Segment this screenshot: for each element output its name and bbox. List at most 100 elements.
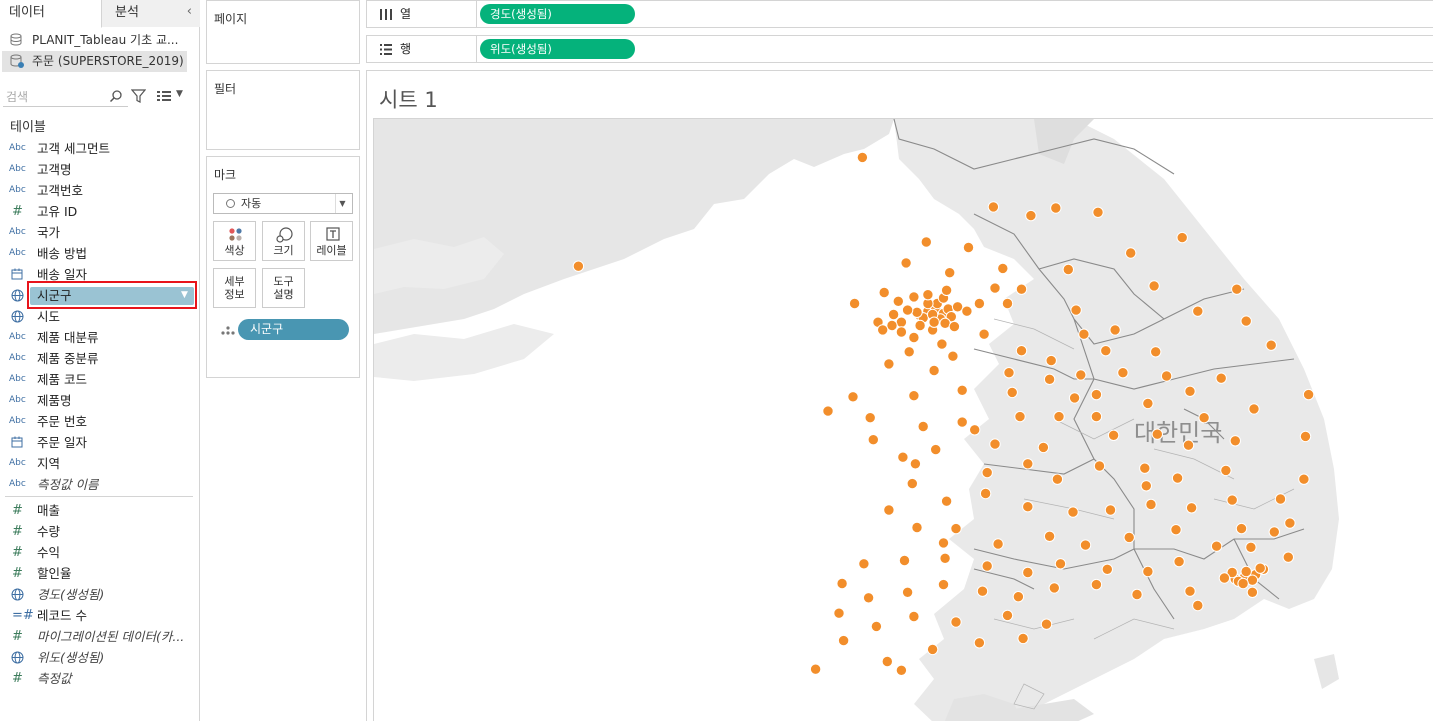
- map-point[interactable]: [1015, 283, 1028, 295]
- map-point[interactable]: [1182, 439, 1195, 451]
- map-point[interactable]: [909, 458, 922, 470]
- map-point[interactable]: [937, 578, 950, 591]
- map-point[interactable]: [1014, 410, 1026, 423]
- field-item[interactable]: Abc 고객 세그먼트: [0, 138, 200, 159]
- map-point[interactable]: [903, 346, 915, 358]
- map-point[interactable]: [1092, 206, 1104, 219]
- map-point[interactable]: [867, 434, 879, 446]
- map-point[interactable]: [883, 504, 895, 516]
- map-view[interactable]: 대한민국: [373, 118, 1433, 721]
- map-point[interactable]: [1001, 297, 1014, 310]
- map-point[interactable]: [939, 552, 951, 564]
- map-canvas[interactable]: 대한민국: [374, 119, 1433, 721]
- color-button[interactable]: 색상: [213, 221, 256, 261]
- label-button[interactable]: 레이블: [310, 221, 353, 261]
- map-point[interactable]: [1117, 367, 1129, 379]
- map-point[interactable]: [1246, 586, 1259, 598]
- map-point[interactable]: [981, 560, 993, 572]
- map-point[interactable]: [1131, 588, 1143, 601]
- map-point[interactable]: [979, 487, 992, 500]
- field-item[interactable]: Abc 주문 번호: [0, 411, 200, 432]
- map-point[interactable]: [1101, 563, 1113, 575]
- map-point[interactable]: [947, 350, 959, 362]
- map-point[interactable]: [1109, 324, 1121, 336]
- map-point[interactable]: [1037, 441, 1050, 454]
- map-point[interactable]: [961, 305, 973, 317]
- map-point[interactable]: [1284, 517, 1296, 529]
- field-item[interactable]: Abc 측정값 이름: [0, 474, 200, 495]
- map-point[interactable]: [1254, 562, 1266, 574]
- map-point[interactable]: [836, 577, 848, 590]
- map-point[interactable]: [917, 420, 929, 433]
- map-point[interactable]: [1001, 609, 1014, 622]
- field-item[interactable]: # 매출: [0, 500, 200, 521]
- map-point[interactable]: [926, 643, 939, 656]
- map-point[interactable]: [870, 620, 883, 633]
- map-point[interactable]: [1245, 541, 1257, 553]
- map-point[interactable]: [1090, 388, 1103, 401]
- map-point[interactable]: [901, 304, 914, 316]
- map-point[interactable]: [1185, 502, 1198, 514]
- map-point[interactable]: [1054, 558, 1067, 570]
- map-point[interactable]: [908, 610, 920, 623]
- map-point[interactable]: [1302, 388, 1315, 401]
- map-point[interactable]: [1051, 473, 1064, 485]
- map-point[interactable]: [809, 663, 822, 675]
- map-point[interactable]: [1171, 472, 1184, 484]
- map-point[interactable]: [878, 286, 890, 299]
- field-item[interactable]: # 할인율: [0, 563, 200, 584]
- map-point[interactable]: [900, 257, 912, 269]
- map-point[interactable]: [1173, 555, 1185, 568]
- map-point[interactable]: [911, 306, 923, 319]
- map-point[interactable]: [1079, 539, 1092, 551]
- field-item[interactable]: # 수량: [0, 521, 200, 542]
- collapse-pane-icon[interactable]: ‹: [187, 4, 192, 19]
- map-point[interactable]: [989, 282, 1001, 294]
- map-point[interactable]: [848, 297, 861, 310]
- map-point[interactable]: [1068, 392, 1081, 404]
- map-point[interactable]: [940, 284, 953, 297]
- map-point[interactable]: [822, 405, 834, 417]
- map-point[interactable]: [898, 554, 911, 567]
- map-point[interactable]: [847, 391, 859, 403]
- map-point[interactable]: [1107, 429, 1120, 441]
- map-point[interactable]: [908, 291, 920, 303]
- map-point[interactable]: [906, 477, 918, 490]
- map-point[interactable]: [895, 664, 908, 676]
- map-point[interactable]: [928, 364, 940, 377]
- field-item[interactable]: # 마이그레이션된 데이터(카...: [0, 626, 200, 647]
- map-point[interactable]: [1025, 209, 1037, 222]
- map-point[interactable]: [1140, 480, 1152, 492]
- map-point[interactable]: [1070, 304, 1082, 316]
- map-point[interactable]: [948, 320, 961, 333]
- map-point[interactable]: [973, 297, 986, 310]
- map-point[interactable]: [895, 326, 908, 338]
- map-point[interactable]: [969, 424, 981, 436]
- field-item[interactable]: Abc 국가: [0, 222, 200, 243]
- map-point[interactable]: [1003, 367, 1015, 379]
- map-point[interactable]: [1248, 403, 1260, 415]
- map-point[interactable]: [914, 319, 926, 332]
- field-item[interactable]: 시도: [0, 306, 200, 327]
- field-item[interactable]: Abc 제품 대분류: [0, 327, 200, 348]
- map-point[interactable]: [1022, 458, 1034, 470]
- field-item[interactable]: Abc 배송 방법: [0, 243, 200, 264]
- map-point[interactable]: [992, 538, 1004, 550]
- map-point[interactable]: [1298, 473, 1310, 485]
- map-point[interactable]: [981, 466, 993, 479]
- map-point[interactable]: [1268, 526, 1280, 538]
- data-source-item[interactable]: PLANIT_Tableau 기초 교...: [0, 30, 199, 51]
- map-point[interactable]: [858, 558, 870, 570]
- map-point[interactable]: [1006, 386, 1018, 399]
- field-item[interactable]: Abc 제품 코드: [0, 369, 200, 390]
- map-point[interactable]: [1192, 599, 1204, 612]
- map-point[interactable]: [1104, 504, 1117, 516]
- map-point[interactable]: [930, 443, 942, 456]
- field-item[interactable]: # 측정값: [0, 668, 200, 689]
- field-item[interactable]: # 수익: [0, 542, 200, 563]
- map-point[interactable]: [1176, 231, 1188, 244]
- map-point[interactable]: [908, 390, 920, 402]
- pages-card[interactable]: 페이지: [206, 0, 360, 64]
- map-point[interactable]: [962, 241, 975, 254]
- map-point[interactable]: [1210, 540, 1223, 552]
